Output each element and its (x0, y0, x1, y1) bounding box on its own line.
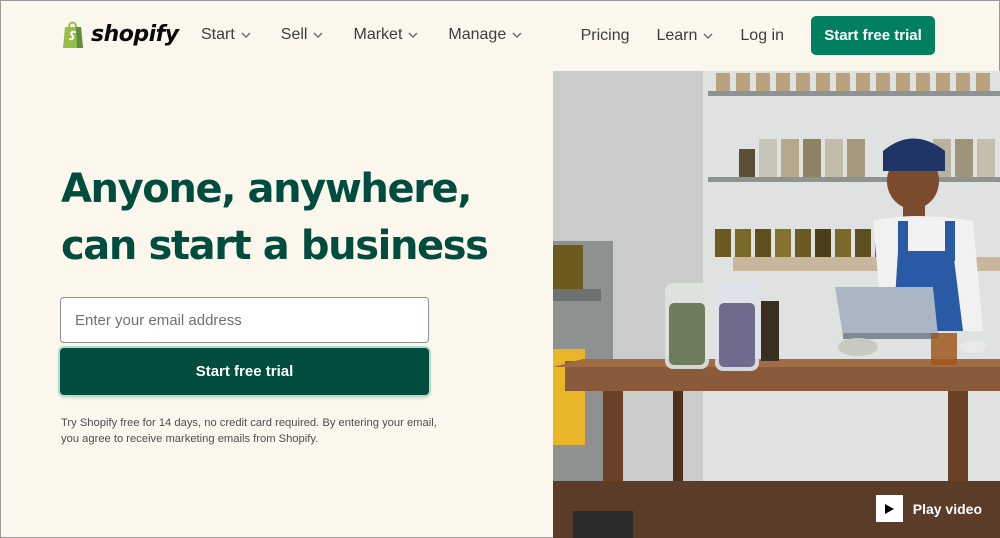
trial-disclaimer: Try Shopify free for 14 days, no credit … (61, 417, 437, 445)
logo-wordmark: shopify (91, 21, 179, 47)
nav-start-label: Start (201, 26, 235, 43)
hero-title-line-2: can start a business (61, 223, 489, 269)
play-icon-box (875, 495, 903, 522)
play-icon (885, 503, 895, 514)
nav-login[interactable]: Log in (740, 27, 784, 45)
nav-market[interactable]: Market (353, 26, 418, 44)
play-video-button[interactable]: Play video (875, 495, 982, 522)
site-header: shopify Start Sell Market Manage Pricing… (1, 1, 1000, 71)
hero-photo: Play video (553, 71, 1000, 538)
nav-manage[interactable]: Manage (448, 26, 522, 44)
shopping-bag-icon (63, 21, 83, 48)
chevron-down-icon (241, 32, 251, 38)
shopify-logo[interactable]: shopify (61, 19, 179, 49)
nav-learn-label: Learn (656, 26, 698, 44)
play-video-label: Play video (912, 500, 982, 517)
hero-title: Anyone, anywhere, can start a business (61, 161, 531, 275)
nav-sell-label: Sell (280, 26, 308, 43)
nav-pricing[interactable]: Pricing (581, 27, 630, 45)
chevron-down-icon (512, 32, 522, 38)
chevron-down-icon (703, 32, 713, 39)
nav-right: Pricing Learn Log in Start free trial (581, 16, 935, 55)
hero-start-trial-button[interactable]: Start free trial (60, 348, 429, 395)
nav-sell[interactable]: Sell (281, 26, 324, 44)
shop-scene-illustration (553, 71, 1000, 538)
header-start-trial-button[interactable]: Start free trial (811, 16, 935, 55)
chevron-down-icon (313, 32, 324, 38)
nav-start[interactable]: Start (201, 26, 251, 44)
main-nav: Start Sell Market Manage (201, 26, 552, 44)
chevron-down-icon (408, 32, 418, 38)
hero-title-line-1: Anyone, anywhere, (61, 166, 472, 212)
email-input[interactable] (60, 297, 429, 343)
nav-manage-label: Manage (448, 26, 507, 43)
nav-learn[interactable]: Learn (656, 27, 713, 45)
nav-market-label: Market (353, 26, 403, 43)
